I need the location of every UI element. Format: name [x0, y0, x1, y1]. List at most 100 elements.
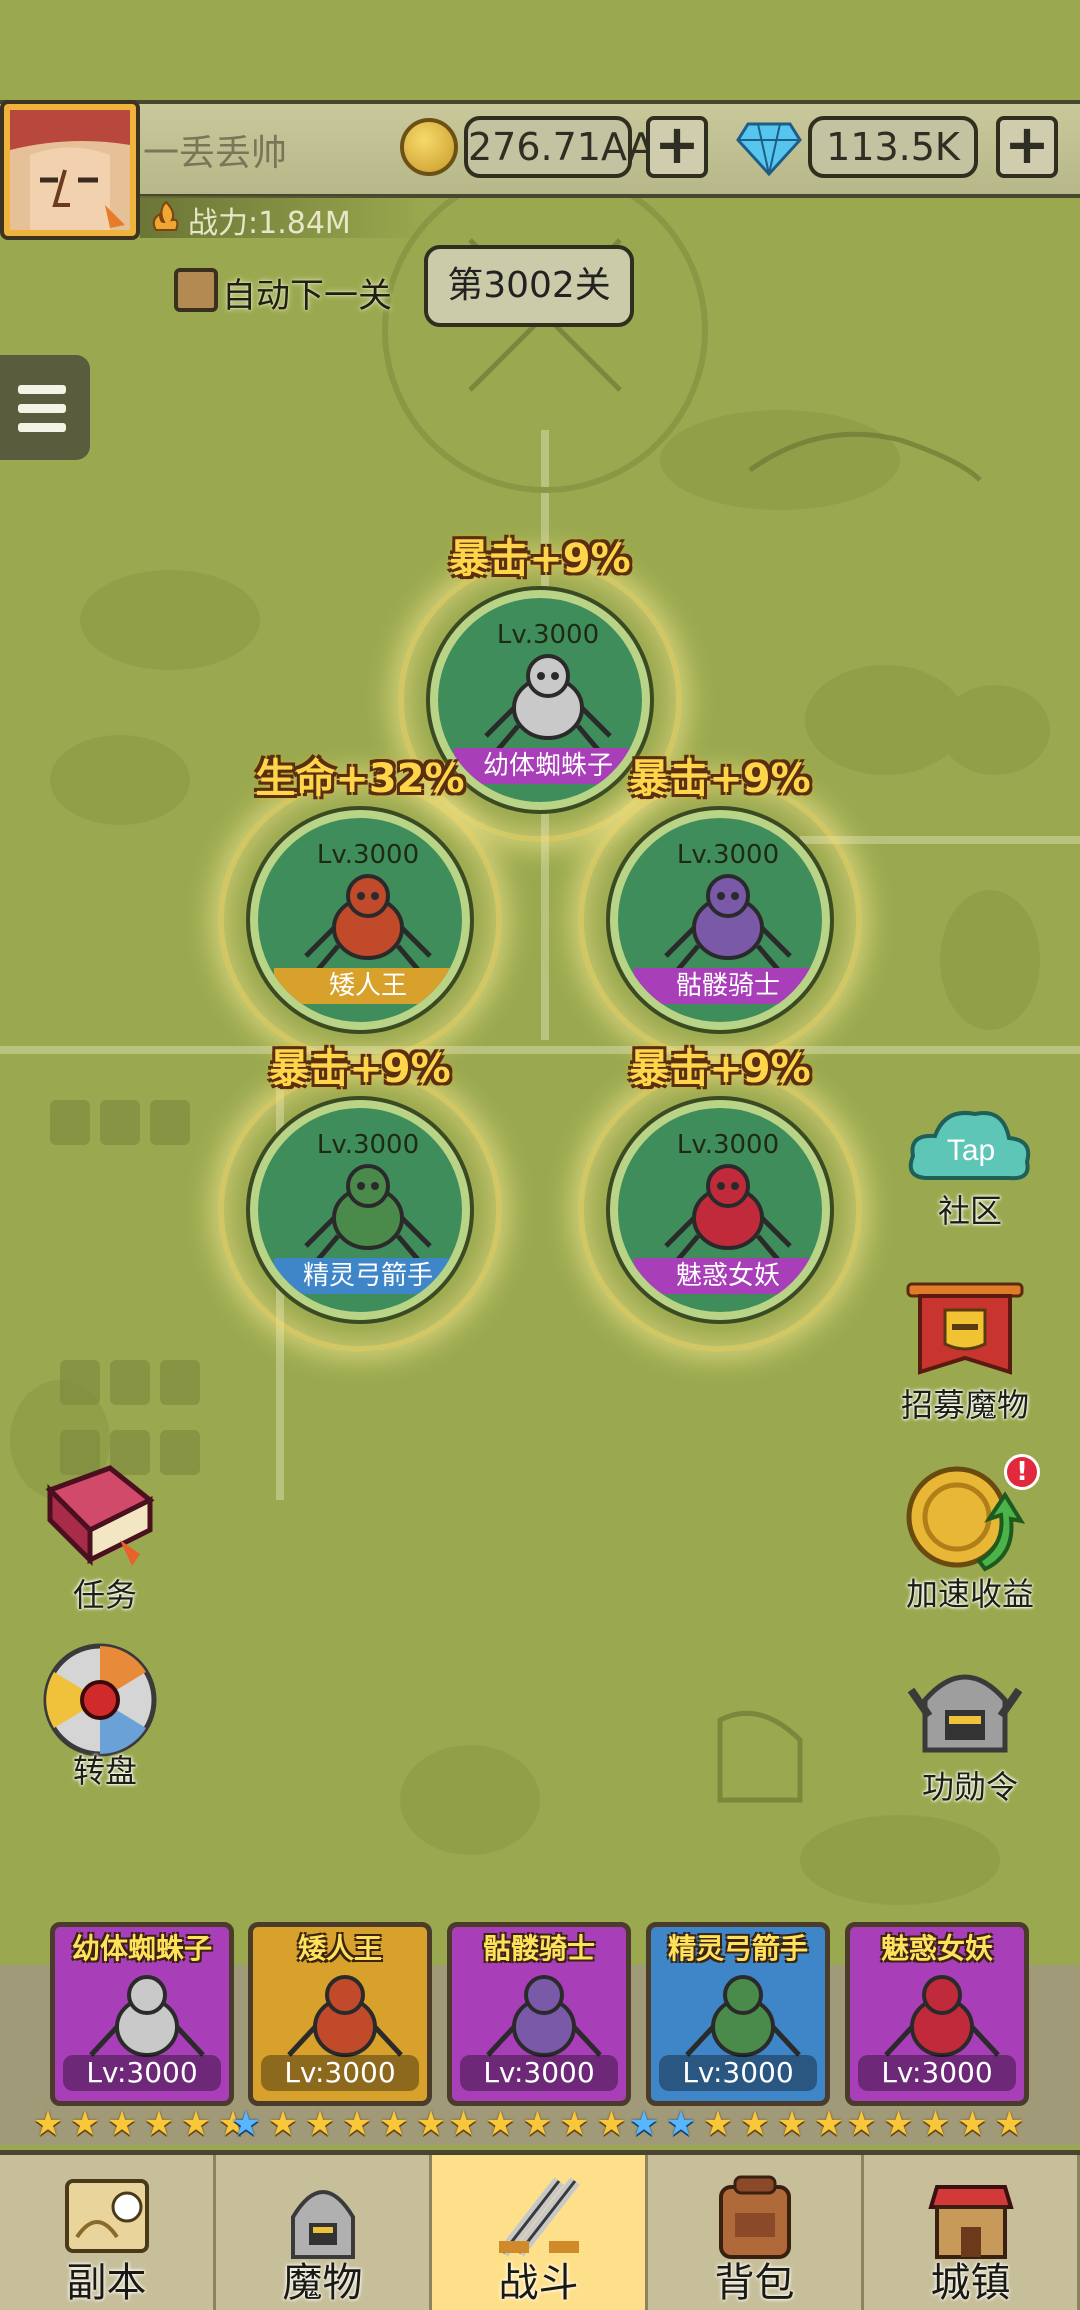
- lineup-hero-name: 幼体蜘蛛子: [71, 1932, 212, 1965]
- wheel-label: 转盘: [72, 1752, 137, 1790]
- hero-buff: 暴击+9%: [629, 1046, 811, 1092]
- spider-monster-icon: [484, 654, 612, 754]
- nav-tab[interactable]: 城镇: [864, 2155, 1080, 2310]
- gold-star-icon: ★: [378, 2104, 410, 2144]
- combat-power: 战力:1.84M: [188, 206, 351, 241]
- lineup-hero-name: 精灵弓箭手: [667, 1932, 808, 1965]
- hero-level: Lv.3000: [316, 1130, 420, 1160]
- star-rating: ★ ★ ★ ★ ★ ★: [627, 2107, 846, 2143]
- player-name: 一丢丢帅: [143, 133, 288, 174]
- hero-buff: 暴击+9%: [269, 1046, 451, 1092]
- lineup-card[interactable]: 矮人王 Lv:3000: [248, 1922, 432, 2106]
- map-hero-slot[interactable]: Lv.3000 矮人王 生命+32%: [218, 756, 502, 1062]
- wheel-button[interactable]: 转盘: [40, 1640, 170, 1790]
- succubus-icon: [884, 1975, 1000, 2057]
- quest-button[interactable]: 任务: [40, 1460, 170, 1614]
- stage-button[interactable]: 第3002关: [424, 245, 634, 327]
- blue-star-icon: ★: [628, 2104, 660, 2144]
- nav-tab[interactable]: 战斗: [432, 2155, 648, 2310]
- quest-book-icon: [45, 1465, 155, 1567]
- gold-star-icon: ★: [883, 2104, 914, 2144]
- hero-portrait-ring: Lv.3000 矮人王: [246, 806, 474, 1034]
- community-button[interactable]: Tap 社区: [905, 1098, 1035, 1230]
- lineup-hero-level: Lv:3000: [460, 2055, 618, 2091]
- gold-star-icon: ★: [32, 2104, 64, 2144]
- gold-star-icon: ★: [920, 2104, 951, 2144]
- nav-tab[interactable]: 副本: [0, 2155, 216, 2310]
- gold-star-icon: ★: [846, 2104, 877, 2144]
- hero-level: Lv.3000: [676, 1130, 780, 1160]
- gold-star-icon: ★: [415, 2104, 447, 2144]
- gold-star-icon: ★: [143, 2104, 175, 2144]
- wheel-icon: [43, 1643, 157, 1757]
- lineup-card[interactable]: 精灵弓箭手 Lv:3000: [646, 1922, 830, 2106]
- gold-star-icon: ★: [596, 2104, 627, 2144]
- gold-star-icon: ★: [522, 2104, 553, 2144]
- lineup-card[interactable]: 骷髅骑士 Lv:3000: [447, 1922, 631, 2106]
- merit-pass-button[interactable]: 功勋令: [905, 1660, 1035, 1810]
- menu-line-icon: [18, 385, 66, 394]
- player-avatar[interactable]: [0, 100, 140, 240]
- hero-portrait-ring: Lv.3000 骷髅骑士: [606, 806, 834, 1034]
- hero-name: 精灵弓箭手: [274, 1258, 462, 1294]
- recruit-monster-button[interactable]: 招募魔物: [900, 1280, 1030, 1424]
- gold-star-icon: ★: [448, 2104, 479, 2144]
- merit-pass-label: 功勋令: [921, 1768, 1018, 1806]
- lineup-card[interactable]: 幼体蜘蛛子 Lv:3000: [50, 1922, 234, 2106]
- lineup-card[interactable]: 魅惑女妖 Lv:3000: [845, 1922, 1029, 2106]
- nav-tab-label: 魔物: [282, 2260, 363, 2306]
- star-rating: ★ ★ ★ ★ ★: [845, 2107, 1027, 2143]
- gold-star-icon: ★: [341, 2104, 373, 2144]
- dwarf-king-icon: [287, 1975, 403, 2057]
- nav-tab[interactable]: 魔物: [216, 2155, 432, 2310]
- lineup-hero-level: Lv:3000: [858, 2055, 1016, 2091]
- hero-level: Lv.3000: [676, 840, 780, 870]
- auto-next-checkbox[interactable]: [174, 268, 218, 312]
- nav-tab-label: 战斗: [498, 2260, 579, 2306]
- add-diamond-button[interactable]: +: [996, 116, 1058, 178]
- map-hero-slot[interactable]: Lv.3000 魅惑女妖 暴击+9%: [578, 1046, 862, 1352]
- star-rating: ★ ★ ★ ★ ★ ★: [31, 2107, 250, 2143]
- avatar-portrait-icon: [10, 110, 130, 230]
- hero-name: 魅惑女妖: [634, 1258, 822, 1294]
- elf-archer-icon: [685, 1975, 801, 2057]
- dwarf-king-icon: [304, 874, 432, 974]
- auto-next-label: 自动下一关: [222, 276, 392, 316]
- flame-icon: [150, 200, 182, 232]
- gold-star-icon: ★: [702, 2104, 734, 2144]
- gold-star-icon: ★: [267, 2104, 299, 2144]
- lineup-hero-level: Lv:3000: [261, 2055, 419, 2091]
- map-hero-slot[interactable]: Lv.3000 精灵弓箭手 暴击+9%: [218, 1046, 502, 1352]
- nav-tab-label: 副本: [66, 2260, 147, 2306]
- hero-buff: 暴击+9%: [449, 536, 631, 582]
- gold-star-icon: ★: [739, 2104, 771, 2144]
- lineup-hero-name: 骷髅骑士: [482, 1932, 595, 1965]
- tap-cloud-icon: Tap: [908, 1111, 1031, 1181]
- gold-star-icon: ★: [813, 2104, 845, 2144]
- gold-star-icon: ★: [559, 2104, 590, 2144]
- hero-level: Lv.3000: [316, 840, 420, 870]
- gold-star-icon: ★: [304, 2104, 336, 2144]
- hero-buff: 生命+32%: [255, 756, 465, 802]
- quest-label: 任务: [72, 1576, 137, 1614]
- skeleton-knight-icon: [664, 874, 792, 974]
- recruit-monster-label: 招募魔物: [900, 1386, 1029, 1424]
- gold-star-icon: ★: [776, 2104, 808, 2144]
- hero-buff: 暴击+9%: [629, 756, 811, 802]
- map-hero-slot[interactable]: Lv.3000 骷髅骑士 暴击+9%: [578, 756, 862, 1062]
- gold-star-icon: ★: [180, 2104, 212, 2144]
- elf-archer-icon: [304, 1164, 432, 1264]
- nav-tab[interactable]: 背包: [648, 2155, 864, 2310]
- lineup-hero-name: 矮人王: [297, 1932, 382, 1965]
- star-rating: ★ ★ ★ ★ ★: [447, 2107, 629, 2143]
- add-gold-button[interactable]: +: [646, 116, 708, 178]
- star-rating: ★ ★ ★ ★ ★ ★: [229, 2107, 448, 2143]
- lineup-hero-level: Lv:3000: [659, 2055, 817, 2091]
- diamond-icon: [736, 120, 802, 177]
- gold-star-icon: ★: [69, 2104, 101, 2144]
- skeleton-knight-icon: [486, 1975, 602, 2057]
- menu-button[interactable]: [0, 355, 90, 460]
- nav-tab-label: 背包: [714, 2260, 795, 2306]
- recruit-banner-icon: [906, 1282, 1024, 1375]
- hero-level: Lv.3000: [496, 620, 600, 650]
